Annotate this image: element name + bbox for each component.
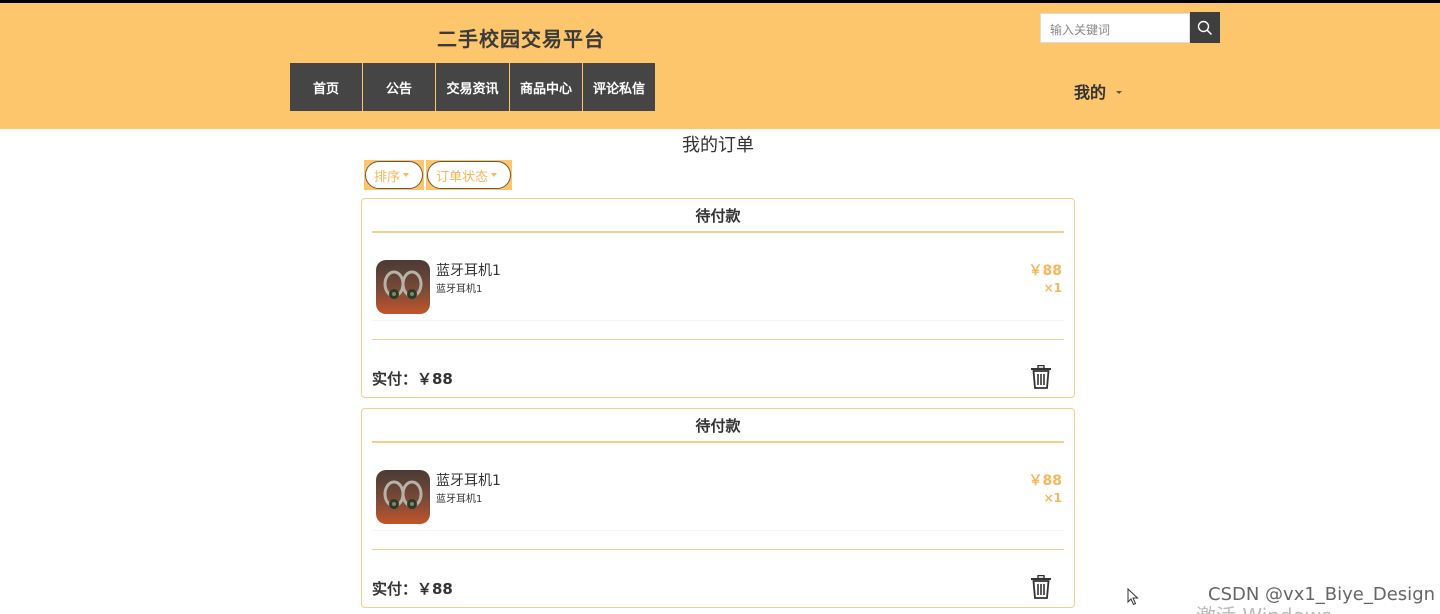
nav-home[interactable]: 首页 — [290, 63, 362, 111]
trash-icon[interactable] — [1030, 575, 1052, 599]
order-footer: 实付：￥88 — [372, 550, 1064, 607]
sort-filter-label: 排序 — [374, 169, 401, 185]
item-name: 蓝牙耳机1 — [436, 263, 501, 279]
sort-filter[interactable]: 排序 — [364, 160, 424, 190]
item-description: 蓝牙耳机1 — [436, 284, 483, 295]
my-account-label: 我的 — [1074, 83, 1107, 102]
item-name: 蓝牙耳机1 — [436, 473, 501, 489]
item-description: 蓝牙耳机1 — [436, 494, 483, 505]
amount-paid: 实付：￥88 — [372, 580, 453, 598]
item-quantity: ×1 — [1043, 491, 1062, 505]
main-nav: 首页 公告 交易资讯 商品中心 评论私信 — [290, 63, 656, 111]
order-status-filter-pill: 订单状态 — [427, 161, 511, 189]
nav-product-center[interactable]: 商品中心 — [510, 63, 582, 111]
site-title: 二手校园交易平台 — [437, 27, 605, 51]
item-price: ￥88 — [1028, 473, 1062, 489]
order-status: 待付款 — [372, 199, 1064, 233]
product-thumbnail — [376, 470, 430, 524]
order-card: 待付款 蓝牙耳机1 蓝牙耳机1 ￥88 ×1 实付：￥88 — [361, 198, 1075, 398]
search-button[interactable] — [1190, 12, 1220, 43]
order-status-filter[interactable]: 订单状态 — [426, 160, 512, 190]
order-card: 待付款 蓝牙耳机1 蓝牙耳机1 ￥88 ×1 实付：￥88 — [361, 408, 1075, 608]
amount-paid: 实付：￥88 — [372, 370, 453, 388]
item-price: ￥88 — [1028, 263, 1062, 279]
order-item[interactable]: 蓝牙耳机1 蓝牙耳机1 ￥88 ×1 — [372, 443, 1064, 531]
nav-trade-news[interactable]: 交易资讯 — [436, 63, 509, 111]
activate-windows-watermark: 激活 Windows — [1196, 600, 1332, 614]
nav-announcement[interactable]: 公告 — [363, 63, 435, 111]
search-input[interactable]: 输入关键词 — [1040, 13, 1190, 43]
order-footer: 实付：￥88 — [372, 340, 1064, 397]
mouse-cursor-icon — [1127, 588, 1139, 606]
order-status: 待付款 — [372, 409, 1064, 443]
caret-down-icon — [1116, 90, 1123, 94]
order-status-filter-label: 订单状态 — [436, 169, 489, 185]
site-header: 二手校园交易平台 输入关键词 首页 公告 交易资讯 商品中心 评论私信 我的 — [0, 3, 1440, 129]
trash-icon[interactable] — [1030, 365, 1052, 389]
sort-filter-pill: 排序 — [365, 161, 423, 189]
caret-down-icon — [491, 173, 498, 177]
my-account-dropdown[interactable]: 我的 — [1074, 79, 1123, 103]
item-quantity: ×1 — [1043, 281, 1062, 295]
nav-comments-messages[interactable]: 评论私信 — [583, 63, 655, 111]
page-title: 我的订单 — [682, 135, 754, 156]
caret-down-icon — [403, 173, 410, 177]
search-icon — [1197, 20, 1213, 35]
order-item[interactable]: 蓝牙耳机1 蓝牙耳机1 ￥88 ×1 — [372, 233, 1064, 321]
product-thumbnail — [376, 260, 430, 314]
